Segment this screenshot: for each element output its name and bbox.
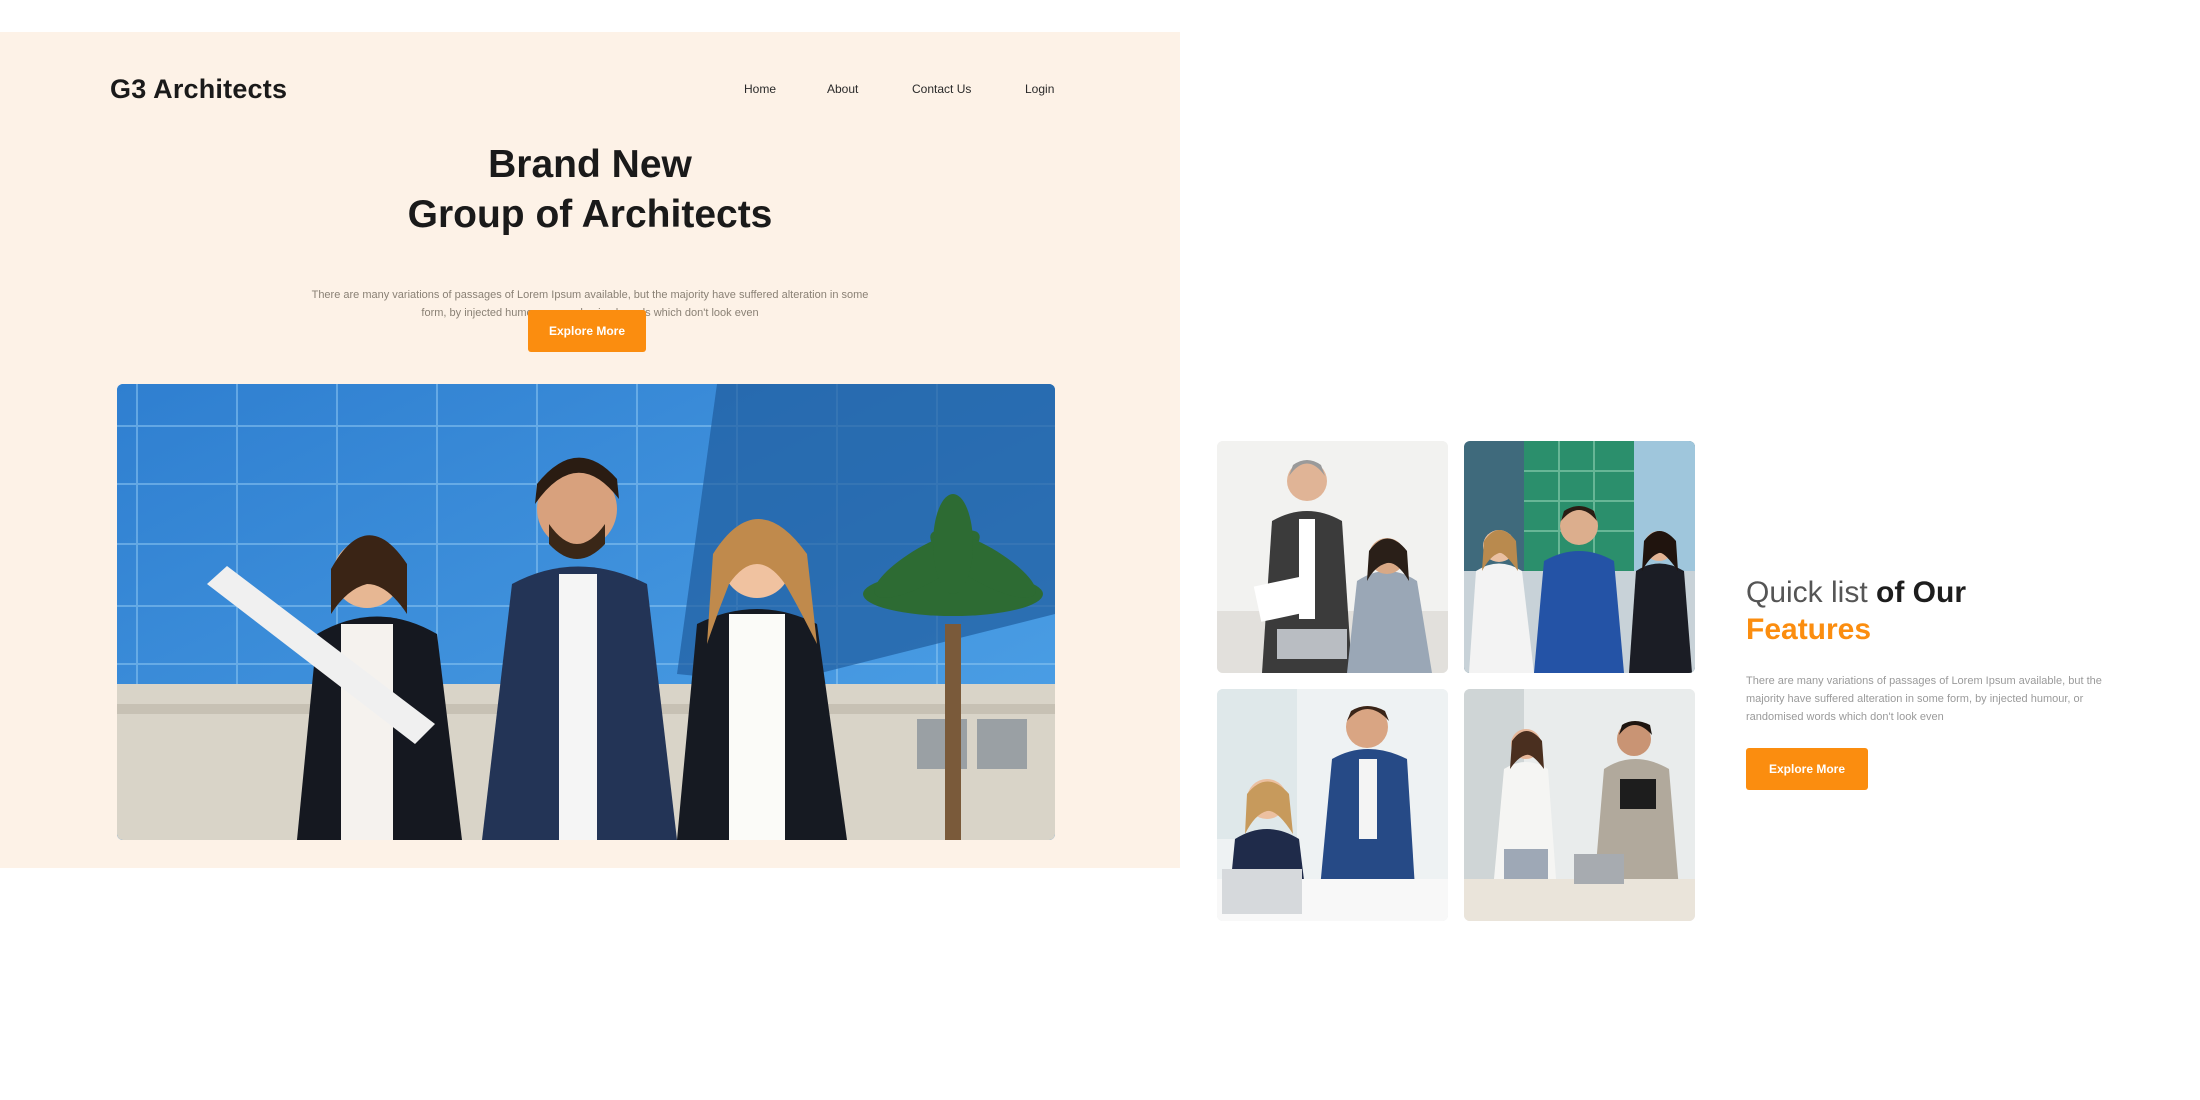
feature-image-meeting <box>1217 441 1448 673</box>
features-explore-button[interactable]: Explore More <box>1746 748 1868 790</box>
main-nav: Home About Contact Us Login <box>0 82 1180 102</box>
hero-section: G3 Architects Home About Contact Us Logi… <box>0 32 1180 868</box>
nav-home-link[interactable]: Home <box>744 82 776 96</box>
hero-explore-button[interactable]: Explore More <box>528 310 646 352</box>
features-title: Quick list of Our Features <box>1746 574 2126 648</box>
features-title-bold: of Our <box>1876 576 1967 609</box>
feature-image-discussion <box>1217 689 1448 921</box>
hero-title-line-1: Brand New <box>488 143 692 186</box>
nav-login-link[interactable]: Login <box>1025 82 1054 96</box>
features-image-grid <box>1217 441 1697 923</box>
hero-title-line-2: Group of Architects <box>407 193 773 236</box>
feature-image-team <box>1464 441 1695 673</box>
hero-title: Brand New Group of Architects <box>0 140 1180 240</box>
features-title-light: Quick list <box>1746 576 1868 609</box>
hero-team-photo <box>117 384 1055 840</box>
features-title-accent: Features <box>1746 613 1872 646</box>
nav-contact-link[interactable]: Contact Us <box>912 82 971 96</box>
feature-image-handshake <box>1464 689 1695 921</box>
features-text-block: Quick list of Our Features There are man… <box>1746 574 2126 790</box>
nav-about-link[interactable]: About <box>827 82 858 96</box>
features-description: There are many variations of passages of… <box>1746 675 2102 723</box>
